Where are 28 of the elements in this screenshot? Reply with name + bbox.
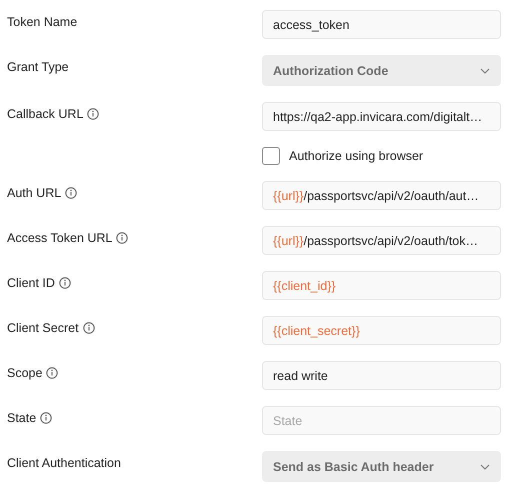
- field-label: Scope: [7, 366, 42, 380]
- field-label: Client ID: [7, 276, 55, 290]
- field-label: Callback URL: [7, 107, 84, 121]
- chevron-down-icon: [480, 68, 490, 74]
- info-icon[interactable]: [87, 108, 100, 120]
- info-icon[interactable]: [65, 187, 78, 199]
- field-label: Client Secret: [7, 321, 79, 335]
- dropdown[interactable]: Send as Basic Auth header: [262, 451, 501, 482]
- field-label: Token Name: [7, 15, 78, 29]
- input-field[interactable]: read write: [262, 361, 501, 390]
- info-icon[interactable]: [46, 367, 58, 379]
- input-field[interactable]: {{url}}/passportsvc/api/v2/oauth/tok…: [262, 226, 501, 255]
- chevron-down-icon: [480, 464, 490, 470]
- field-label: State: [7, 411, 36, 425]
- info-icon[interactable]: [58, 277, 71, 289]
- input-field[interactable]: https://qa2-app.invicara.com/digitalt…: [262, 102, 501, 131]
- checkbox[interactable]: [262, 147, 280, 165]
- input-field[interactable]: access_token: [262, 10, 501, 39]
- info-icon[interactable]: [40, 412, 52, 424]
- field-label: Grant Type: [7, 60, 69, 74]
- input-field[interactable]: {{url}}/passportsvc/api/v2/oauth/aut…: [262, 181, 501, 210]
- info-icon[interactable]: [116, 232, 128, 244]
- field-label: Client Authentication: [7, 456, 121, 470]
- dropdown[interactable]: Authorization Code: [262, 55, 501, 86]
- checkbox-label: Authorize using browser: [289, 149, 424, 163]
- info-icon[interactable]: [82, 322, 95, 334]
- field-label: Auth URL: [7, 186, 62, 200]
- field-label: Access Token URL: [7, 231, 112, 245]
